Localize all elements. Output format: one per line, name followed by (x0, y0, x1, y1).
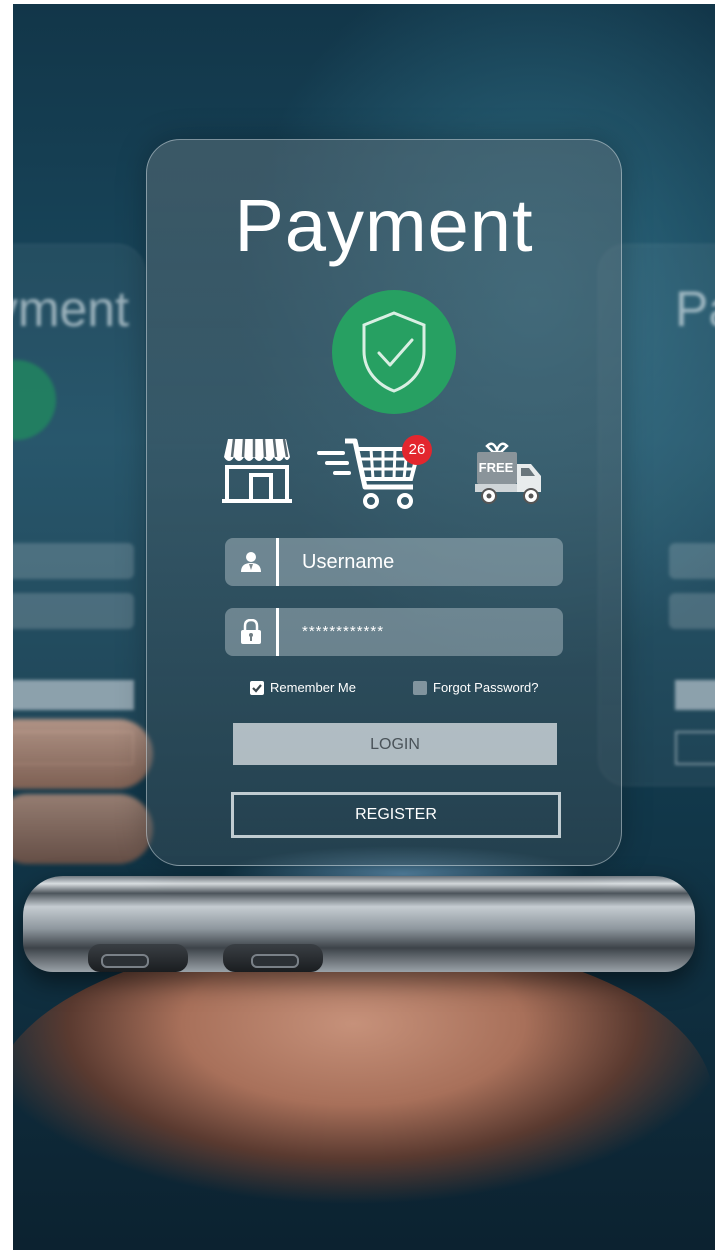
remember-me-label: Remember Me (270, 680, 356, 695)
background-field (13, 543, 134, 579)
field-separator (276, 538, 279, 586)
background-field (13, 593, 134, 629)
password-field[interactable]: ************ (225, 608, 563, 656)
checkbox-icon (250, 680, 264, 695)
user-icon (225, 538, 277, 586)
background-field (669, 593, 715, 629)
background-card-title: Payment (675, 281, 715, 337)
background-shield-icon (13, 360, 56, 440)
finger (13, 794, 153, 864)
page-title: Payment (234, 184, 534, 267)
shield-check-icon (332, 290, 456, 414)
phone (23, 876, 695, 972)
password-value: ************ (302, 623, 385, 640)
scene-background: Payment Payment Payment (13, 4, 715, 1250)
background-button (13, 680, 134, 710)
username-value: Username (302, 551, 395, 573)
free-delivery-label: FREE (478, 460, 514, 475)
remember-me-checkbox[interactable]: Remember Me (250, 680, 356, 695)
background-button (675, 680, 715, 710)
field-separator (276, 608, 279, 656)
background-button-outline (675, 731, 715, 765)
lock-icon (225, 608, 277, 656)
finger (13, 719, 153, 789)
payment-card: Payment 26 FREE Username ************ Re… (146, 139, 622, 866)
delivery-truck-icon (475, 442, 541, 504)
forgot-password-option[interactable]: Forgot Password? (413, 680, 539, 695)
forgot-password-label: Forgot Password? (433, 680, 539, 695)
register-button[interactable]: REGISTER (231, 792, 561, 838)
background-card-title: Payment (13, 281, 129, 337)
username-field[interactable]: Username (225, 538, 563, 586)
background-card-left: Payment (13, 244, 145, 786)
hand (13, 934, 713, 1250)
login-button[interactable]: LOGIN (233, 723, 557, 765)
background-field (669, 543, 715, 579)
camera-lens (251, 954, 299, 968)
checkbox-icon (413, 680, 427, 695)
camera-lens (101, 954, 149, 968)
cart-badge: 26 (402, 435, 432, 465)
store-icon (222, 438, 292, 503)
